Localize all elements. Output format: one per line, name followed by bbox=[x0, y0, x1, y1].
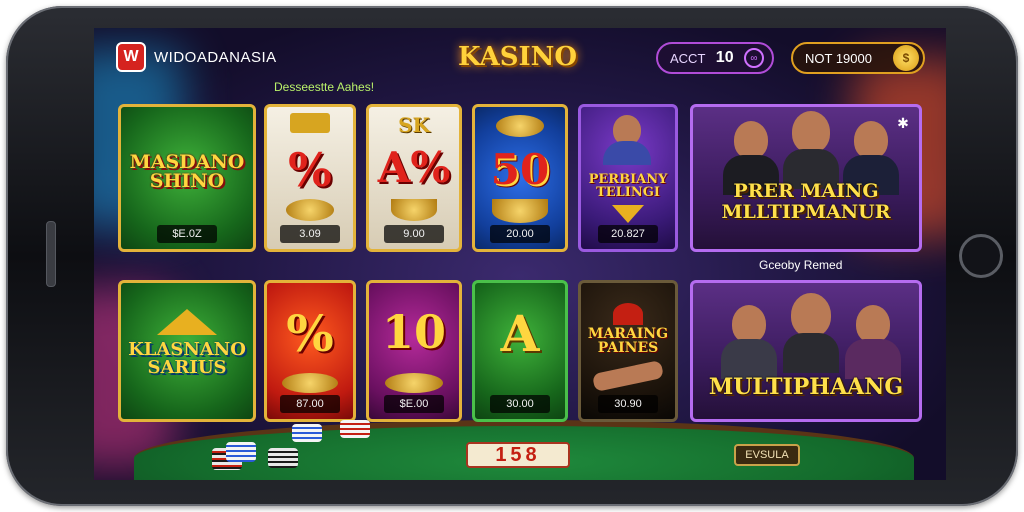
balance-pill[interactable]: NOT 19000 $ bbox=[791, 42, 925, 74]
chip-stack bbox=[268, 448, 298, 468]
diamond-icon bbox=[612, 205, 644, 223]
tile-title: KLASNANO SARIUS bbox=[128, 339, 246, 378]
account-value: 10 bbox=[715, 49, 734, 66]
brand-name: WIDOADANASIA bbox=[154, 48, 277, 66]
balance-label: NOT 19000 bbox=[805, 50, 872, 66]
feature-title: MULTIPHAANG bbox=[708, 374, 904, 400]
tile-price: 20.827 bbox=[598, 225, 658, 243]
tile-title: PERBIANY TELINGI bbox=[588, 172, 668, 200]
account-pill[interactable]: ACCT 10 ∞ bbox=[656, 42, 774, 74]
tile-symbol: % bbox=[286, 304, 334, 363]
tile-price: 30.00 bbox=[490, 395, 550, 413]
tile-symbol: A% bbox=[377, 143, 451, 192]
brand[interactable]: W WIDOADANASIA bbox=[116, 42, 277, 72]
game-tile-50[interactable]: 50 20.00 bbox=[472, 104, 568, 252]
bar-icon bbox=[290, 113, 330, 133]
chip-stack bbox=[292, 424, 322, 442]
feature-title: PRER MAING MLLTIPMANUR bbox=[721, 180, 891, 223]
game-tile-perbiany[interactable]: PERBIANY TELINGI 20.827 bbox=[578, 104, 678, 252]
tile-price: 3.09 bbox=[280, 225, 340, 243]
game-tile-10[interactable]: 10 $E.00 bbox=[366, 280, 462, 422]
game-tile-a[interactable]: A 30.00 bbox=[472, 280, 568, 422]
game-tile-klasnano-sarius[interactable]: KLASNANO SARIUS bbox=[118, 280, 256, 422]
game-logo: KASINO bbox=[458, 42, 578, 72]
game-screen: W WIDOADANASIA KASINO ACCT 10 ∞ NOT 1900… bbox=[94, 28, 946, 480]
coin-bowl-icon bbox=[286, 199, 334, 221]
coin-icon: $ bbox=[893, 45, 919, 71]
side-button bbox=[46, 221, 56, 287]
player-figure bbox=[845, 305, 901, 379]
player-figure bbox=[783, 293, 839, 373]
score-counter: 158 bbox=[466, 442, 570, 468]
tile-symbol: % bbox=[288, 143, 332, 197]
cowboy-figure bbox=[603, 115, 651, 165]
tile-price: 20.00 bbox=[490, 225, 550, 243]
tile-title: MARAING PAINES bbox=[587, 326, 669, 356]
chip-stack bbox=[340, 420, 370, 438]
phone-frame: W WIDOADANASIA KASINO ACCT 10 ∞ NOT 1900… bbox=[6, 6, 1018, 506]
top-bar: W WIDOADANASIA KASINO ACCT 10 ∞ NOT 1900… bbox=[94, 28, 946, 92]
heart-bowl-icon bbox=[391, 199, 437, 221]
feature-tile-multiphaang[interactable]: MULTIPHAANG bbox=[690, 280, 922, 422]
game-tile-maraing-paines[interactable]: MARAING PAINES 30.90 bbox=[578, 280, 678, 422]
tile-symbol: 50 bbox=[490, 145, 550, 194]
feature-caption: Gceoby Remed bbox=[759, 258, 843, 272]
brand-logo-icon: W bbox=[116, 42, 146, 72]
account-label: ACCT bbox=[670, 50, 706, 66]
player-figure bbox=[721, 305, 777, 379]
dealer-hand-icon bbox=[591, 359, 665, 393]
game-tile-ak[interactable]: SK A% 9.00 bbox=[366, 104, 462, 252]
coin-bowl-icon bbox=[496, 115, 544, 137]
tile-price: $E.0Z bbox=[157, 225, 217, 243]
tile-symbol: 10 bbox=[381, 305, 446, 359]
home-button[interactable] bbox=[959, 234, 1003, 278]
game-tile-masdano-shino[interactable]: MASDANO SHINO $E.0Z bbox=[118, 104, 256, 252]
crown-icon bbox=[157, 309, 217, 335]
tile-top-label: SK bbox=[398, 113, 430, 137]
tile-price: $E.00 bbox=[384, 395, 444, 413]
coin-plate-icon bbox=[282, 373, 338, 393]
bet-button[interactable]: EVSULA bbox=[734, 444, 800, 466]
tile-symbol: A bbox=[500, 304, 540, 363]
section-heading: Desseestte Aahes! bbox=[274, 80, 375, 94]
chip-stack bbox=[226, 442, 256, 462]
link-icon: ∞ bbox=[744, 48, 764, 68]
game-tile-percent-1[interactable]: % 3.09 bbox=[264, 104, 356, 252]
hat-icon bbox=[613, 303, 643, 325]
tile-price: 30.90 bbox=[598, 395, 658, 413]
tile-price: 9.00 bbox=[384, 225, 444, 243]
game-tile-percent-2[interactable]: % 87.00 bbox=[264, 280, 356, 422]
tile-title: MASDANO SHINO bbox=[129, 151, 245, 192]
feature-tile-multiplayer[interactable]: ✱ PRER MAING MLLTIPMANUR bbox=[690, 104, 922, 252]
player-figure bbox=[783, 111, 839, 189]
coin-plate-icon bbox=[385, 373, 443, 393]
coin-bowl-icon bbox=[492, 199, 548, 223]
tile-price: 87.00 bbox=[280, 395, 340, 413]
